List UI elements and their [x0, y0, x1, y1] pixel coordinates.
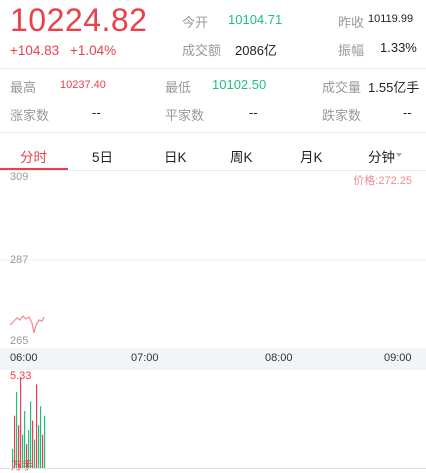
tab-daily-k[interactable]: 日K: [164, 146, 187, 166]
amplitude-value: 1.33%: [380, 40, 417, 55]
time-axis: [0, 348, 426, 370]
fall-count-label: 跌家数: [322, 108, 362, 123]
period-tabs: 分时 5日 日K 周K 月K 分钟: [0, 140, 426, 170]
price-line: [9, 315, 45, 334]
volume-chart: [12, 377, 46, 468]
y-axis-mid-label: 287: [10, 254, 29, 266]
turnover-value: 2086亿: [235, 43, 277, 58]
divider: [0, 132, 426, 133]
tab-5day[interactable]: 5日: [92, 146, 113, 166]
volume-bar: [38, 425, 40, 468]
low-label: 最低: [165, 80, 192, 95]
volume-value: 1.55亿手: [368, 80, 420, 95]
volume-bar: [44, 415, 46, 468]
time-label: 07:00: [131, 352, 159, 364]
tab-monthly-k[interactable]: 月K: [300, 146, 323, 166]
y-axis-max-label: 309: [10, 171, 29, 183]
rise-count-label: 涨家数: [10, 108, 50, 123]
volume-bar: [34, 439, 36, 468]
current-price: 10224.82: [10, 2, 148, 38]
prev-close-value: 10119.99: [368, 13, 414, 25]
time-label: 08:00: [265, 352, 293, 364]
price-chart-svg: [0, 259, 426, 334]
rise-count-value: --: [92, 105, 101, 120]
price-readout: 价格:272.25: [353, 175, 412, 187]
flat-count-value: --: [249, 105, 258, 120]
prev-close-label: 昨收: [338, 15, 365, 30]
high-label: 最高: [10, 80, 37, 95]
divider: [0, 68, 426, 69]
price-change: +104.83: [10, 43, 60, 58]
low-value: 10102.50: [212, 77, 267, 92]
high-value: 10237.40: [60, 79, 106, 91]
tab-timeshare[interactable]: 分时: [20, 146, 47, 166]
volume-bar: [40, 406, 42, 468]
chevron-down-icon[interactable]: [396, 153, 402, 157]
turnover-label: 成交额: [182, 43, 222, 58]
time-label: 09:00: [384, 352, 412, 364]
volume-bar: [20, 377, 22, 468]
tab-minute[interactable]: 分钟: [368, 146, 395, 166]
time-label: 06:00: [10, 352, 38, 364]
volume-label: 成交量: [322, 80, 362, 95]
price-change-percent: +1.04%: [70, 43, 117, 58]
volume-bar: [42, 434, 44, 468]
open-label: 今开: [182, 15, 209, 30]
fall-count-value: --: [403, 105, 412, 120]
tab-weekly-k[interactable]: 周K: [230, 146, 253, 166]
volume-unit-label: 万手: [11, 460, 33, 472]
open-value: 10104.71: [228, 12, 283, 27]
y-axis-min-label: 265: [10, 335, 29, 347]
flat-count-label: 平家数: [165, 108, 205, 123]
timeshare-chart[interactable]: [0, 170, 426, 350]
divider: [0, 468, 426, 469]
volume-bar: [36, 384, 38, 468]
amplitude-label: 振幅: [338, 43, 365, 58]
